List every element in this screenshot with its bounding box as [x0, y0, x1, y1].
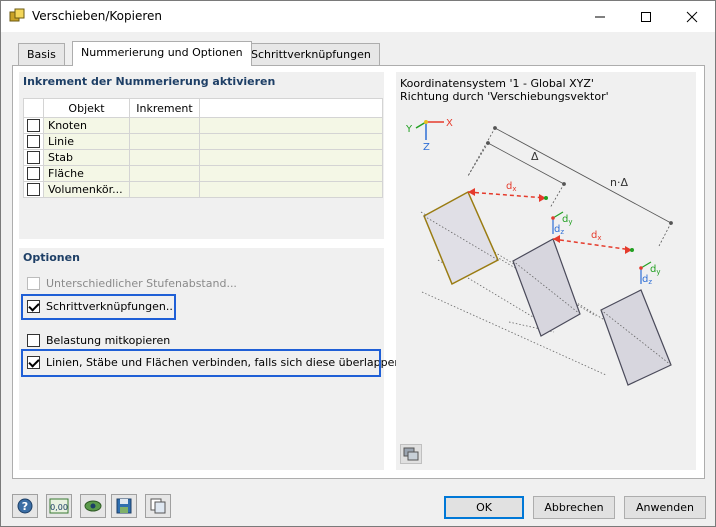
volumenkoerper-checkbox[interactable]: [27, 183, 40, 197]
displacement-diagram: X Y Z Δ n·Δ dx dx dy dz dy dz: [405, 118, 673, 386]
options-group: Optionen Unterschiedlicher Stufenabstand…: [19, 248, 401, 470]
dy-label: dy: [650, 264, 661, 276]
dz-label: dz: [554, 224, 564, 236]
table-row: Linie: [23, 133, 383, 150]
svg-text:0,00: 0,00: [50, 503, 68, 512]
axis-tripod: X Y Z: [405, 118, 453, 153]
tab-schrittverknuepfungen[interactable]: Schrittverknüpfungen: [242, 43, 380, 65]
preview-settings-icon: [403, 447, 419, 461]
dz-label: dz: [642, 274, 652, 286]
minimize-icon: [595, 16, 605, 17]
preview-panel: Koordinatensystem '1 - Global XYZ' Richt…: [396, 72, 696, 470]
move-copy-dialog: Verschieben/Kopieren Basis Nummerierung …: [0, 0, 716, 527]
option-unterschiedlicher-stufenabstand[interactable]: Unterschiedlicher Stufenabstand...: [27, 277, 237, 290]
dy-label: dy: [562, 214, 573, 226]
copy-settings-button[interactable]: [145, 494, 171, 518]
table-row: Fläche: [23, 165, 383, 182]
options-group-title: Optionen: [23, 251, 80, 264]
dimension-lines: [467, 126, 673, 247]
apply-button[interactable]: Anwenden: [624, 496, 706, 519]
knoten-checkbox[interactable]: [27, 119, 40, 133]
row-label: Knoten: [43, 117, 130, 134]
copy-element-2: [600, 289, 672, 386]
axis-y-label: Y: [405, 124, 413, 135]
increment-cell[interactable]: [129, 117, 200, 134]
svg-text:?: ?: [22, 500, 28, 513]
close-button[interactable]: [669, 1, 715, 32]
table-header-checkbox: [23, 98, 44, 118]
increment-cell[interactable]: [129, 181, 200, 198]
dx-label: dx: [591, 230, 602, 242]
units-button[interactable]: 0,00: [46, 494, 72, 518]
help-icon: ?: [17, 498, 33, 514]
flaeche-checkbox[interactable]: [27, 167, 40, 181]
dx-label: dx: [506, 181, 517, 193]
increment-cell[interactable]: [129, 149, 200, 166]
save-settings-button[interactable]: [111, 494, 137, 518]
tab-basis[interactable]: Basis: [18, 43, 65, 65]
option-belastung-mitkopieren[interactable]: Belastung mitkopieren: [27, 334, 170, 347]
highlight-box: [21, 349, 381, 377]
row-label: Volumenkör...: [43, 181, 130, 198]
option-label: Belastung mitkopieren: [46, 334, 171, 347]
cancel-button[interactable]: Abbrechen: [533, 496, 615, 519]
model-view-button[interactable]: [80, 494, 106, 518]
save-icon: [116, 498, 132, 514]
column-header-objekt: Objekt: [43, 98, 130, 118]
highlight-box: [21, 294, 176, 320]
maximize-button[interactable]: [623, 1, 669, 32]
title-bar: Verschieben/Kopieren: [1, 1, 715, 32]
increment-group-title: Inkrement der Nummerierung aktivieren: [23, 75, 276, 88]
column-header-inkrement: Inkrement: [129, 98, 200, 118]
table-row: Stab: [23, 149, 383, 166]
increment-cell[interactable]: [129, 133, 200, 150]
delta-label: Δ: [531, 150, 539, 163]
column-header-empty: [199, 98, 383, 118]
belastung-checkbox[interactable]: [27, 334, 40, 347]
units-icon: 0,00: [49, 498, 69, 514]
preview-options-button[interactable]: [400, 444, 422, 464]
ok-button[interactable]: OK: [444, 496, 524, 519]
tab-panel: Inkrement der Nummerierung aktivieren Ob…: [12, 65, 705, 479]
move-copy-app-icon: [9, 8, 25, 22]
increment-cell[interactable]: [129, 165, 200, 182]
increment-table: Objekt Inkrement Knoten Linie Stab Fläch…: [23, 98, 383, 198]
axis-x-label: X: [446, 118, 453, 129]
increment-group: Inkrement der Nummerierung aktivieren Ob…: [19, 72, 384, 239]
maximize-icon: [641, 11, 651, 22]
minimize-button[interactable]: [577, 1, 623, 32]
linie-checkbox[interactable]: [27, 135, 40, 149]
row-label: Stab: [43, 149, 130, 166]
option-label: Unterschiedlicher Stufenabstand...: [46, 277, 237, 290]
axis-z-label: Z: [423, 142, 430, 153]
row-label: Linie: [43, 133, 130, 150]
close-icon: [686, 11, 698, 22]
copy-icon: [150, 498, 166, 514]
row-label: Fläche: [43, 165, 130, 182]
stufenabstand-checkbox[interactable]: [27, 277, 40, 290]
view-icon: [84, 500, 102, 512]
help-button[interactable]: ?: [12, 494, 38, 518]
window-title: Verschieben/Kopieren: [32, 9, 163, 23]
table-row: Volumenkör...: [23, 181, 383, 198]
table-row: Knoten: [23, 117, 383, 134]
stab-checkbox[interactable]: [27, 151, 40, 165]
tab-nummerierung-und-optionen[interactable]: Nummerierung und Optionen: [72, 41, 252, 66]
n-delta-label: n·Δ: [610, 176, 628, 189]
